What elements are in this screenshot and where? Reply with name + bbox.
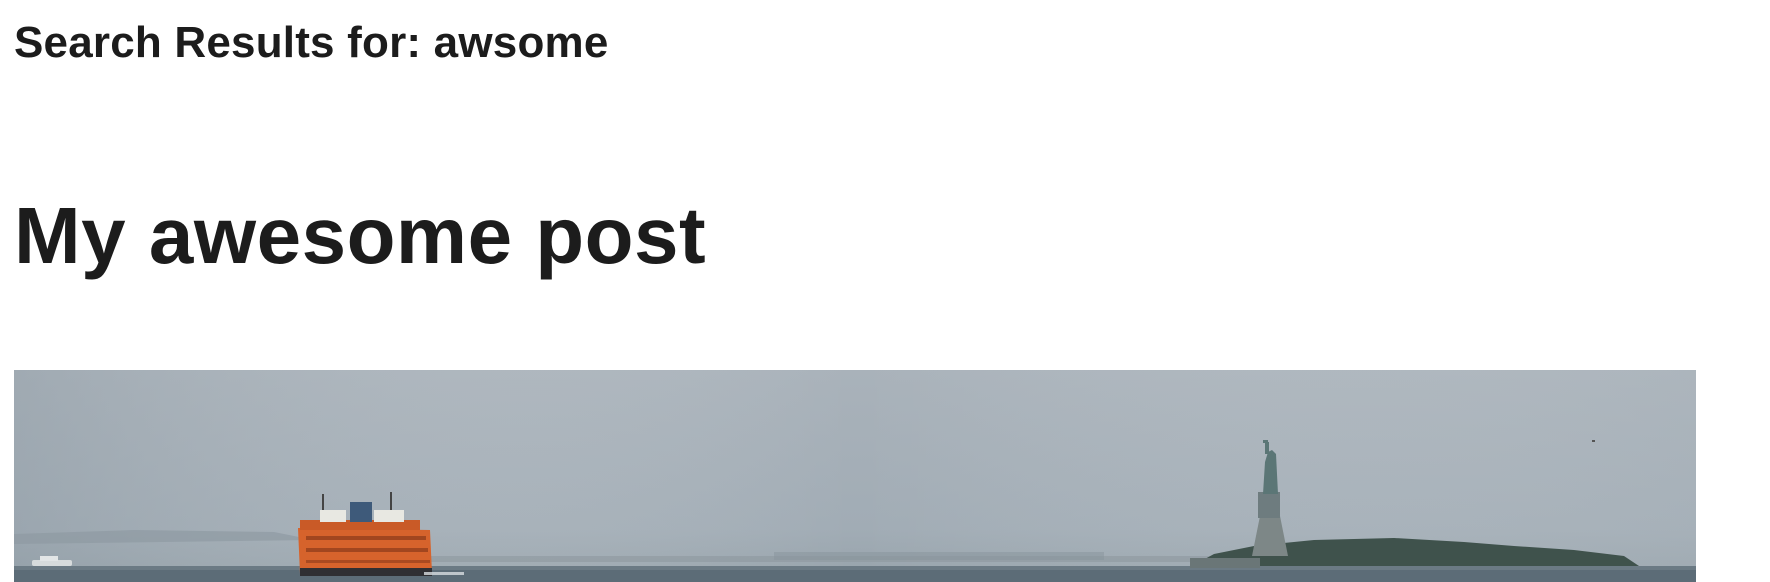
search-results-heading: Search Results for: awsome xyxy=(14,18,609,67)
post-title-link[interactable]: My awesome post xyxy=(14,192,706,280)
post-featured-image[interactable] xyxy=(14,370,1696,582)
